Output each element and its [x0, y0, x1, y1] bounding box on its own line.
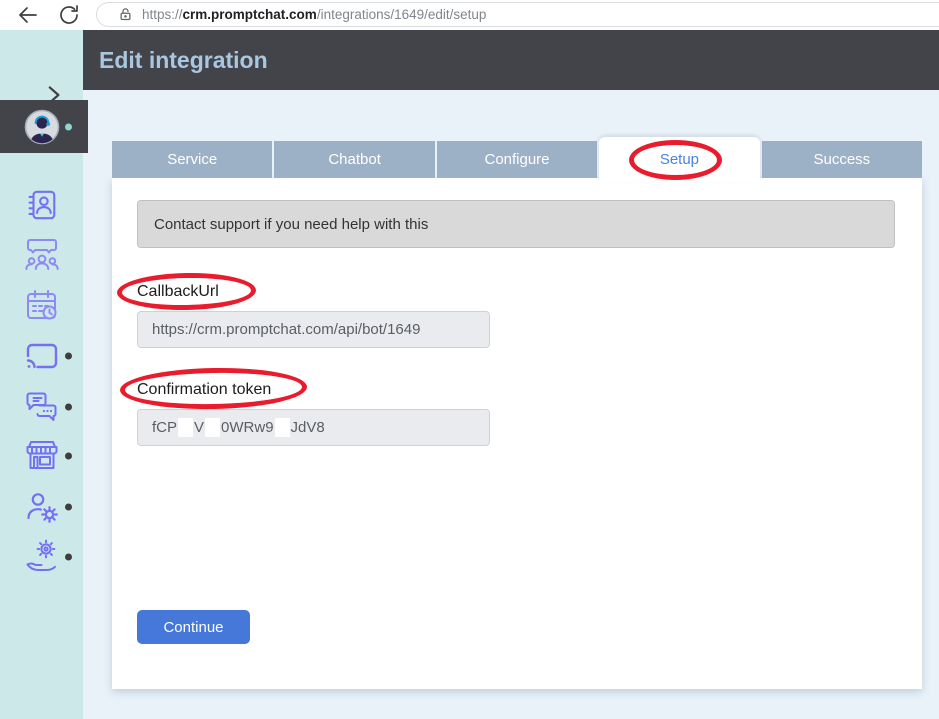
tab-service[interactable]: Service — [112, 141, 272, 178]
sidebar-item-group-meeting[interactable] — [0, 230, 83, 280]
notification-dot — [65, 554, 72, 561]
tab-configure[interactable]: Configure — [437, 141, 597, 178]
page-title: Edit integration — [99, 47, 268, 74]
wizard-tabs: Service Chatbot Configure Setup Success — [112, 141, 922, 178]
browser-refresh-button[interactable] — [57, 3, 81, 27]
back-arrow-icon — [16, 3, 40, 27]
url-path: /integrations/1649/edit/setup — [317, 7, 487, 22]
tab-chatbot[interactable]: Chatbot — [274, 141, 434, 178]
callback-url-input[interactable]: https://crm.promptchat.com/api/bot/1649 — [137, 311, 490, 348]
contacts-book-icon — [23, 186, 61, 224]
tab-setup[interactable]: Setup — [599, 137, 759, 182]
group-meeting-icon — [23, 236, 61, 274]
sidebar-item-agent-profile[interactable] — [0, 100, 88, 153]
sidebar — [0, 30, 83, 719]
cast-screen-icon — [23, 337, 61, 375]
continue-button[interactable]: Continue — [137, 610, 250, 644]
confirmation-token-input[interactable]: fCPV0WRw9JdV8 — [137, 409, 490, 446]
page-header: Edit integration — [83, 30, 939, 90]
notification-dot — [65, 353, 72, 360]
callback-url-label: CallbackUrl — [137, 283, 219, 301]
url-domain: crm.promptchat.com — [183, 7, 317, 22]
storefront-icon — [23, 437, 61, 475]
sidebar-item-chats[interactable] — [0, 382, 83, 432]
refresh-icon — [57, 3, 81, 27]
notification-dot — [65, 453, 72, 460]
calendar-schedule-icon — [23, 287, 61, 325]
chat-messages-icon — [23, 388, 61, 426]
notification-dot — [65, 504, 72, 511]
sidebar-item-cast[interactable] — [0, 331, 83, 381]
url-scheme: https:// — [142, 7, 183, 22]
confirmation-token-label: Confirmation token — [137, 381, 271, 399]
status-dot — [65, 123, 72, 130]
address-bar[interactable]: https://crm.promptchat.com/integrations/… — [96, 2, 939, 27]
sidebar-item-contacts[interactable] — [0, 180, 83, 230]
sidebar-item-services[interactable] — [0, 532, 83, 582]
service-hand-gear-icon — [23, 538, 61, 576]
sidebar-item-calendar[interactable] — [0, 281, 83, 331]
sidebar-item-store[interactable] — [0, 431, 83, 481]
tab-success[interactable]: Success — [762, 141, 922, 178]
support-agent-avatar-icon — [23, 108, 61, 146]
browser-toolbar: https://crm.promptchat.com/integrations/… — [0, 0, 939, 30]
url-text: https://crm.promptchat.com/integrations/… — [142, 7, 486, 22]
lock-icon — [118, 7, 133, 22]
user-settings-icon — [23, 488, 61, 526]
notification-dot — [65, 404, 72, 411]
browser-back-button[interactable] — [16, 3, 40, 27]
support-notice: Contact support if you need help with th… — [137, 200, 895, 248]
sidebar-item-user-settings[interactable] — [0, 482, 83, 532]
